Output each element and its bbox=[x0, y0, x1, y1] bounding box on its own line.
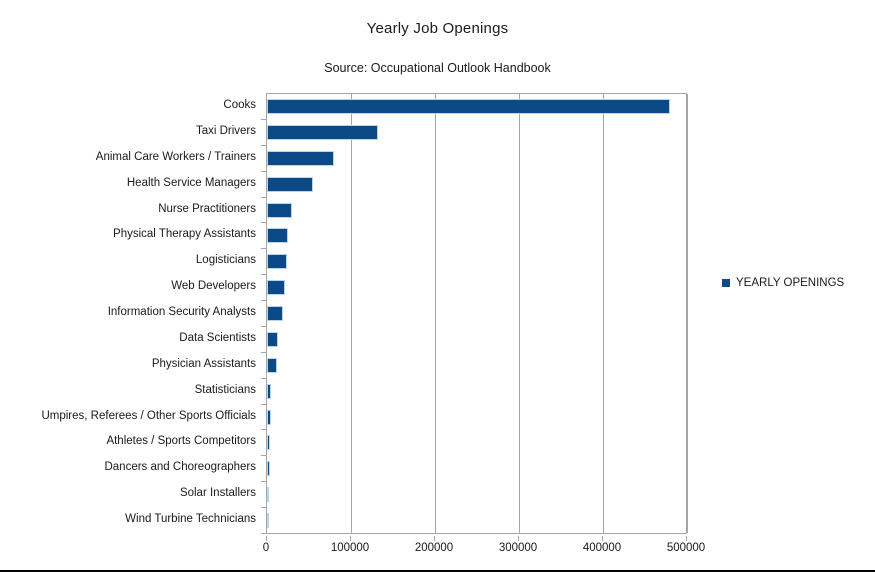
bar-row bbox=[267, 508, 686, 534]
chart-canvas: Yearly Job Openings Source: Occupational… bbox=[0, 0, 875, 572]
legend-label: YEARLY OPENINGS bbox=[736, 277, 845, 289]
chart-title: Yearly Job Openings bbox=[366, 20, 509, 37]
bar[interactable] bbox=[267, 513, 269, 529]
category-label: Athletes / Sports Competitors bbox=[106, 435, 256, 448]
value-tick bbox=[518, 536, 519, 541]
bar-row bbox=[267, 146, 686, 172]
category-label: Logisticians bbox=[195, 254, 256, 267]
gridline bbox=[687, 94, 688, 533]
value-tick-label: 500000 bbox=[666, 542, 706, 554]
bar-row bbox=[267, 198, 686, 224]
category-label: Data Scientists bbox=[179, 331, 256, 344]
category-label: Nurse Practitioners bbox=[158, 202, 256, 215]
bar[interactable] bbox=[267, 461, 270, 477]
category-label: Solar Installers bbox=[179, 487, 256, 500]
bar[interactable] bbox=[267, 487, 270, 503]
bar[interactable] bbox=[267, 331, 279, 347]
bar[interactable] bbox=[267, 254, 288, 270]
category-axis-labels: Cooks Taxi Drivers Animal Care Workers / T… bbox=[0, 93, 262, 534]
category-label: Wind Turbine Technicians bbox=[125, 513, 256, 526]
bar-row bbox=[267, 120, 686, 146]
bar-row bbox=[267, 172, 686, 198]
category-label: Cooks bbox=[223, 99, 256, 111]
bar[interactable] bbox=[267, 409, 271, 425]
bar[interactable] bbox=[267, 124, 378, 140]
value-tick bbox=[350, 536, 351, 541]
plot-area bbox=[266, 93, 688, 534]
bar[interactable] bbox=[267, 228, 288, 244]
bar-row bbox=[267, 275, 686, 301]
category-label: Information Security Analysts bbox=[107, 306, 256, 319]
value-axis: 0 100000 200000 300000 400000 500000 bbox=[262, 536, 705, 558]
value-tick bbox=[602, 536, 603, 541]
bar[interactable] bbox=[267, 435, 270, 451]
category-label: Dancers and Choreographers bbox=[104, 461, 256, 474]
bar[interactable] bbox=[267, 357, 278, 373]
category-label: Umpires, Referees / Other Sports Officia… bbox=[41, 409, 256, 422]
value-tick-label: 100000 bbox=[330, 542, 370, 554]
bar-row bbox=[267, 430, 686, 456]
legend-swatch-icon bbox=[722, 279, 730, 287]
category-label: Physician Assistants bbox=[151, 357, 256, 370]
bar-series bbox=[267, 94, 686, 533]
category-label: Physical Therapy Assistants bbox=[113, 228, 256, 241]
bar-row bbox=[267, 456, 686, 482]
value-tick-label: 200000 bbox=[414, 542, 454, 554]
bar-row bbox=[267, 301, 686, 327]
category-label: Web Developers bbox=[171, 280, 256, 293]
bar[interactable] bbox=[267, 99, 671, 114]
bar[interactable] bbox=[267, 306, 284, 322]
category-label: Animal Care Workers / Trainers bbox=[95, 150, 256, 163]
value-tick bbox=[686, 536, 687, 541]
bar[interactable] bbox=[267, 280, 286, 296]
bar-row bbox=[267, 327, 686, 353]
bar-row bbox=[267, 353, 686, 379]
bar[interactable] bbox=[267, 176, 314, 192]
value-tick-label: 400000 bbox=[582, 542, 622, 554]
bar-row bbox=[267, 249, 686, 275]
value-tick-label: 0 bbox=[262, 542, 270, 554]
bar[interactable] bbox=[267, 202, 293, 218]
chart-subtitle: Source: Occupational Outlook Handbook bbox=[324, 61, 551, 75]
bar-row bbox=[267, 379, 686, 405]
category-label: Statisticians bbox=[194, 383, 256, 396]
value-tick bbox=[434, 536, 435, 541]
bar[interactable] bbox=[267, 150, 335, 166]
value-tick-label: 300000 bbox=[498, 542, 538, 554]
bar-row bbox=[267, 94, 686, 120]
category-label: Taxi Drivers bbox=[195, 124, 256, 137]
legend[interactable]: YEARLY OPENINGS bbox=[722, 277, 844, 289]
value-tick bbox=[266, 536, 267, 541]
bar[interactable] bbox=[267, 383, 271, 399]
bar-row bbox=[267, 223, 686, 249]
bar-row bbox=[267, 405, 686, 431]
category-label: Health Service Managers bbox=[126, 176, 256, 189]
bar-row bbox=[267, 482, 686, 508]
